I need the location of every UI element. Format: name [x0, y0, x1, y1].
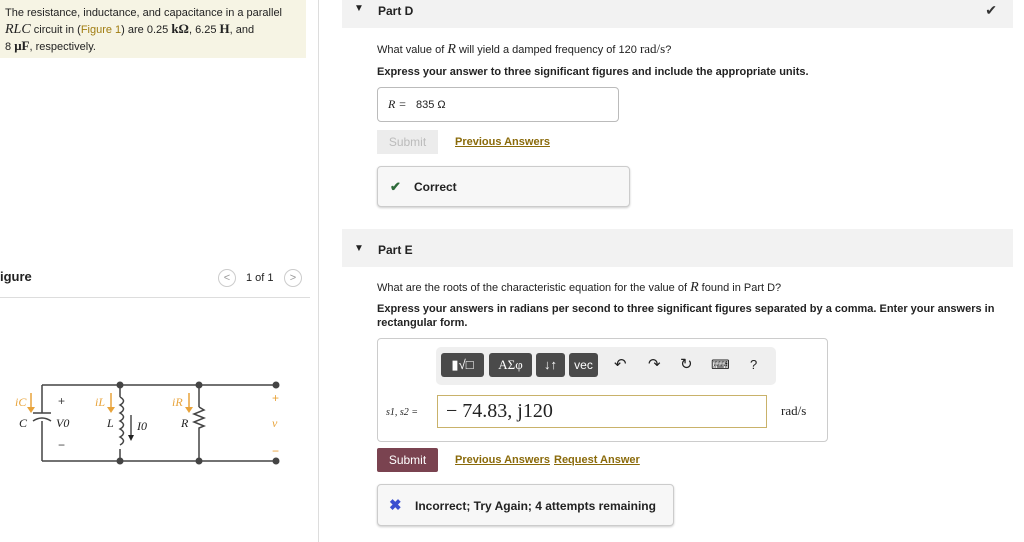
r-label: R [180, 416, 189, 430]
feedback-text: Incorrect; Try Again; 4 attempts remaini… [415, 499, 656, 513]
ic-label: iC [15, 395, 27, 409]
ir-label: iR [172, 395, 183, 409]
q-text: ? [665, 44, 672, 56]
collapse-triangle-icon: ▼ [354, 3, 364, 14]
answer-value: 835 Ω [416, 99, 446, 111]
intro-text: The resistance, inductance, and capacita… [5, 7, 283, 19]
l-label: L [106, 416, 114, 430]
previous-answers-link[interactable]: Previous Answers [455, 454, 550, 466]
prev-figure-button[interactable]: < [218, 269, 236, 287]
roots-answer-input[interactable]: − 74.83, j120 [437, 395, 767, 428]
figure-link[interactable]: Figure 1 [81, 24, 121, 36]
il-label: iL [95, 395, 105, 409]
intro-text: , and [229, 24, 255, 36]
unit: μF [14, 38, 30, 53]
minus-sign: − [58, 438, 65, 452]
part-d-header[interactable]: ▼ Part D ✔ [342, 0, 1013, 28]
minus-sign: − [272, 444, 279, 458]
part-d-instructions: Express your answer to three significant… [377, 66, 809, 78]
v0-label: V0 [56, 416, 69, 430]
figure-page-count: 1 of 1 [246, 272, 274, 284]
unit: kΩ [171, 21, 189, 36]
intro-text: ) are 0.25 [121, 24, 172, 36]
feedback-text: Correct [414, 180, 457, 194]
part-e-question: What are the roots of the characteristic… [377, 280, 781, 296]
unit: rad/s [639, 41, 666, 56]
figure-header: igure < 1 of 1 > [0, 268, 310, 298]
answer-label: s1, s2 = [386, 407, 419, 418]
collapse-triangle-icon: ▼ [354, 243, 364, 254]
help-button[interactable]: ? [750, 357, 757, 372]
undo-icon[interactable]: ↶ [614, 355, 627, 373]
intro-text: circuit in ( [30, 24, 81, 36]
r-math: R [447, 42, 456, 57]
keyboard-icon[interactable]: ⌨ [711, 357, 730, 373]
plus-sign: + [272, 391, 279, 405]
request-answer-link[interactable]: Request Answer [554, 454, 640, 466]
check-icon: ✔ [390, 179, 401, 194]
vec-button[interactable]: vec [569, 353, 598, 377]
q-text: will yield a damped frequency of 120 [455, 44, 640, 56]
reset-icon[interactable]: ↻ [680, 355, 693, 373]
greek-symbols-button[interactable]: ΑΣφ [489, 353, 532, 377]
part-d-title: Part D [378, 4, 414, 18]
problem-statement: The resistance, inductance, and capacita… [0, 0, 306, 58]
previous-answers-link[interactable]: Previous Answers [455, 136, 550, 148]
redo-icon[interactable]: ↷ [648, 355, 661, 373]
submit-button-disabled: Submit [377, 130, 438, 154]
part-e-header[interactable]: ▼ Part E [342, 229, 1013, 267]
correct-feedback: ✔ Correct [377, 166, 630, 207]
i0-label: I0 [136, 419, 147, 433]
q-text: found in Part D? [698, 282, 782, 294]
part-d-question: What value of R will yield a damped freq… [377, 41, 671, 58]
intro-text: 8 [5, 41, 15, 53]
r-math: R [690, 280, 699, 295]
unit-label: rad/s [781, 403, 807, 418]
part-e-title: Part E [378, 243, 413, 257]
rlc-math: RLC [5, 22, 31, 37]
panel-divider [318, 0, 319, 542]
answer-panel: ▮√□ ΑΣφ ↓↑ vec ↶ ↷ ↻ ⌨ ? s1, s2 = − 74.8… [377, 338, 828, 442]
answer-label: R = [388, 97, 407, 111]
rlc-circuit-diagram: iC iL iR C V0 L I0 R v + − + − [15, 381, 280, 465]
answer-value: − 74.83, j120 [446, 400, 553, 422]
x-icon: ✖ [389, 497, 402, 514]
plus-sign: + [58, 394, 65, 408]
q-text: What are the roots of the characteristic… [377, 282, 691, 294]
incorrect-feedback: ✖ Incorrect; Try Again; 4 attempts remai… [377, 484, 674, 526]
figure-title: igure [0, 269, 32, 284]
submit-button[interactable]: Submit [377, 448, 438, 472]
next-figure-button[interactable]: > [284, 269, 302, 287]
part-d-answer-field[interactable]: R = 835 Ω [377, 87, 619, 122]
unit: H [219, 21, 230, 36]
part-e-instructions: Express your answers in radians per seco… [377, 303, 995, 329]
intro-text: , respectively. [29, 41, 96, 53]
intro-text: , 6.25 [188, 24, 220, 36]
checkmark-icon: ✔ [985, 2, 997, 18]
v-label: v [272, 416, 278, 430]
templates-button[interactable]: ▮√□ [441, 353, 484, 377]
q-text: What value of [377, 44, 448, 56]
c-label: C [19, 416, 28, 430]
arrows-button[interactable]: ↓↑ [536, 353, 565, 377]
